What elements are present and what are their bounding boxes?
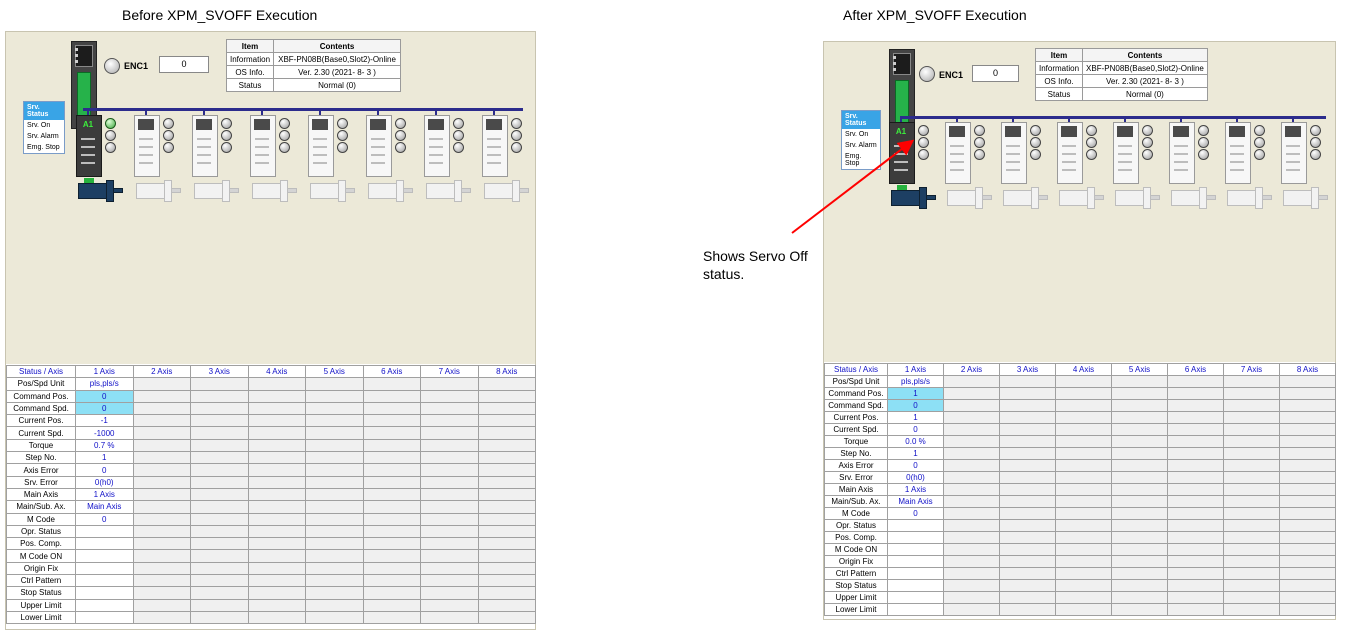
annotation-arrow — [791, 139, 915, 234]
arrow-line — [791, 139, 915, 234]
